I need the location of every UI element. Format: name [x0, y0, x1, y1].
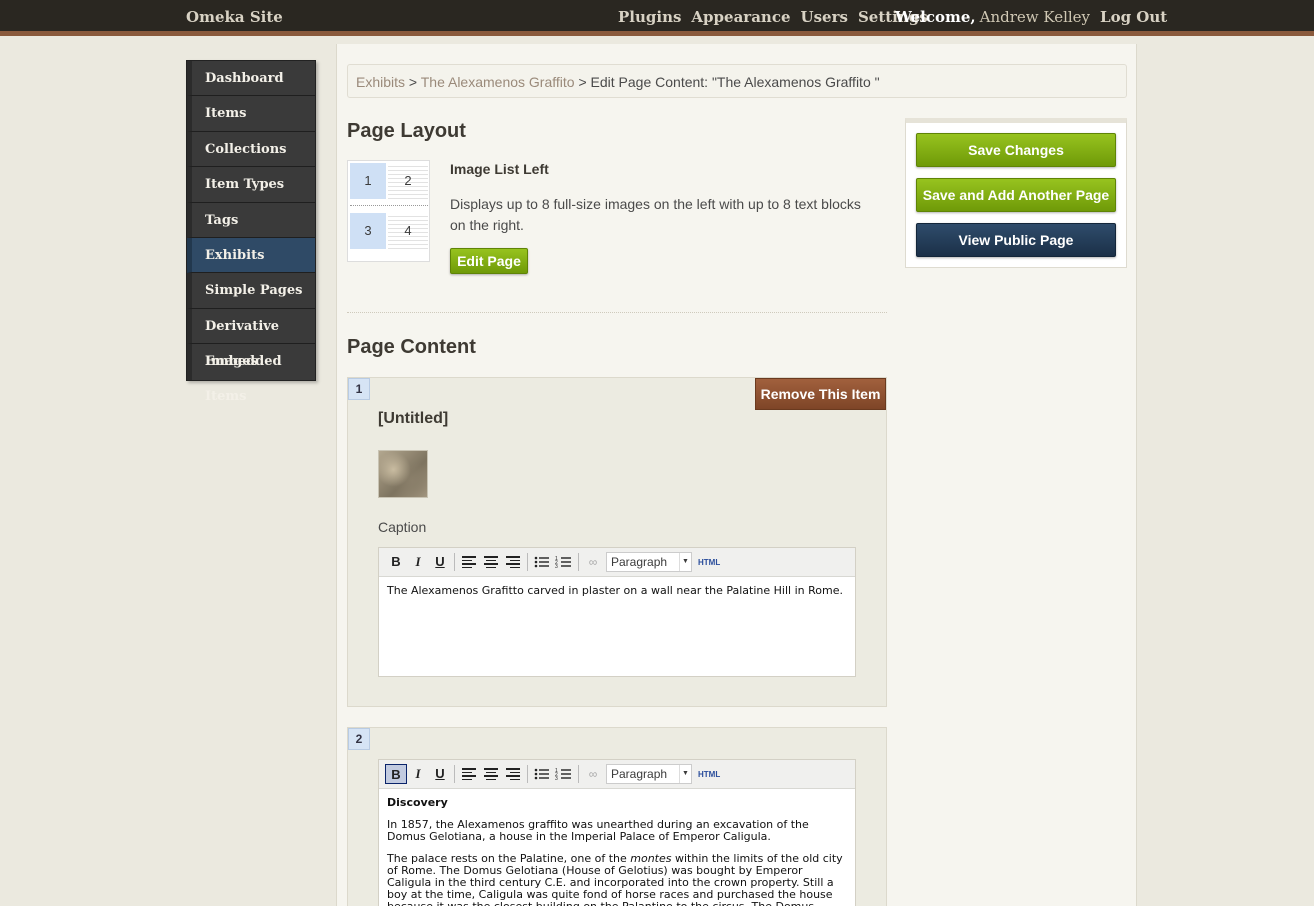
chevron-down-icon: ▼ — [679, 765, 691, 783]
main-content: Exhibits > The Alexamenos Graffito > Edi… — [336, 44, 1137, 906]
top-bar: Omeka Site Plugins Appearance Users Sett… — [0, 0, 1314, 36]
editor-toolbar: B I U 123 ∞ Paragraph ▼ HTML — [379, 548, 855, 577]
caption-editor-body[interactable]: The Alexamenos Grafitto carved in plaste… — [379, 577, 855, 615]
toolbar-separator — [578, 765, 579, 783]
text-editor: B I U 123 ∞ Paragraph ▼ HTML Discovery I… — [378, 759, 856, 906]
layout-cell-4: 4 — [388, 213, 428, 249]
text-editor-body[interactable]: Discovery In 1857, the Alexamenos graffi… — [379, 789, 855, 906]
format-select[interactable]: Paragraph ▼ — [606, 764, 692, 784]
italic-button[interactable]: I — [407, 552, 429, 572]
save-add-page-button[interactable]: Save and Add Another Page — [916, 178, 1116, 212]
nav-appearance[interactable]: Appearance — [691, 8, 790, 26]
sidebar-item-collections[interactable]: Collections — [187, 131, 315, 168]
chevron-down-icon: ▼ — [679, 553, 691, 571]
breadcrumb-exhibits-link[interactable]: Exhibits — [356, 74, 405, 90]
block-number: 1 — [348, 378, 370, 400]
layout-thumbnail: 1 2 3 4 — [347, 160, 430, 262]
sidebar-nav: Dashboard Items Collections Item Types T… — [186, 60, 316, 404]
item-thumbnail[interactable] — [378, 450, 428, 498]
breadcrumb-exhibit-link[interactable]: The Alexamenos Graffito — [421, 74, 575, 90]
page-layout-heading: Page Layout — [347, 120, 466, 142]
caption-text: The Alexamenos Grafitto carved in plaste… — [387, 584, 843, 597]
layout-cell-2: 2 — [388, 163, 428, 199]
sidebar-item-exhibits[interactable]: Exhibits — [187, 237, 315, 274]
align-right-icon[interactable] — [502, 764, 524, 784]
user-name-link[interactable]: Andrew Kelley — [980, 8, 1090, 26]
welcome-text: Welcome, — [895, 8, 976, 26]
toolbar-separator — [454, 765, 455, 783]
toolbar-separator — [527, 765, 528, 783]
link-icon[interactable]: ∞ — [582, 552, 604, 572]
site-title-link[interactable]: Omeka Site — [186, 8, 283, 26]
bullet-list-icon[interactable] — [531, 552, 553, 572]
layout-thumb-divider — [350, 205, 428, 206]
bold-button[interactable]: B — [385, 764, 407, 784]
view-public-page-button[interactable]: View Public Page — [916, 223, 1116, 257]
text-heading: Discovery — [387, 796, 448, 809]
caption-label: Caption — [378, 519, 427, 535]
logout-link[interactable]: Log Out — [1100, 8, 1167, 26]
link-icon[interactable]: ∞ — [582, 764, 604, 784]
sidebar-item-derivative-images[interactable]: Derivative Images — [187, 308, 315, 369]
breadcrumb-current: Edit Page Content: "The Alexamenos Graff… — [590, 74, 880, 90]
breadcrumb: Exhibits > The Alexamenos Graffito > Edi… — [347, 64, 1127, 98]
bold-button[interactable]: B — [385, 552, 407, 572]
toolbar-separator — [527, 553, 528, 571]
align-center-icon[interactable] — [480, 764, 502, 784]
align-right-icon[interactable] — [502, 552, 524, 572]
page-content-heading: Page Content — [347, 336, 476, 358]
format-select[interactable]: Paragraph ▼ — [606, 552, 692, 572]
breadcrumb-separator: > — [574, 74, 591, 90]
svg-text:3: 3 — [555, 776, 558, 782]
sidebar-item-embedded-items[interactable]: Embedded Items — [187, 344, 315, 404]
text-paragraph: The palace rests on the Palatine, one of… — [387, 853, 847, 906]
content-block: 2 B I U 123 ∞ Paragraph ▼ HTML Discovery… — [347, 727, 887, 906]
sidebar-item-dashboard[interactable]: Dashboard — [187, 61, 315, 97]
layout-cell-1: 1 — [350, 163, 386, 199]
sidebar-item-simple-pages[interactable]: Simple Pages — [187, 273, 315, 309]
layout-name: Image List Left — [450, 161, 549, 177]
item-title: [Untitled] — [378, 410, 449, 427]
section-divider — [347, 312, 887, 313]
nav-users[interactable]: Users — [801, 8, 848, 26]
sidebar-item-items[interactable]: Items — [187, 96, 315, 132]
user-area: Welcome, Andrew Kelley Log Out — [895, 8, 1167, 26]
bullet-list-icon[interactable] — [531, 764, 553, 784]
layout-description: Displays up to 8 full-size images on the… — [450, 196, 861, 233]
underline-button[interactable]: U — [429, 552, 451, 572]
breadcrumb-separator: > — [405, 74, 421, 90]
caption-editor: B I U 123 ∞ Paragraph ▼ HTML The Alexame… — [378, 547, 856, 677]
remove-item-button[interactable]: Remove This Item — [755, 378, 886, 410]
numbered-list-icon[interactable]: 123 — [553, 552, 575, 572]
text-paragraph: In 1857, the Alexamenos graffito was une… — [387, 818, 809, 843]
edit-page-button[interactable]: Edit Page — [450, 248, 528, 274]
actions-panel: Save Changes Save and Add Another Page V… — [905, 118, 1127, 268]
editor-toolbar: B I U 123 ∞ Paragraph ▼ HTML — [379, 760, 855, 789]
sidebar-item-tags[interactable]: Tags — [187, 202, 315, 238]
content-block: 1 Remove This Item [Untitled] Caption B … — [347, 377, 887, 707]
format-select-value: Paragraph — [611, 767, 668, 781]
global-nav: Plugins Appearance Users Settings — [618, 8, 928, 26]
layout-cell-3: 3 — [350, 213, 386, 249]
format-select-value: Paragraph — [611, 555, 668, 569]
align-center-icon[interactable] — [480, 552, 502, 572]
html-button[interactable]: HTML — [698, 558, 720, 567]
sidebar-item-item-types[interactable]: Item Types — [187, 167, 315, 203]
svg-text:3: 3 — [555, 564, 558, 570]
nav-plugins[interactable]: Plugins — [618, 8, 681, 26]
italic-button[interactable]: I — [407, 764, 429, 784]
toolbar-separator — [578, 553, 579, 571]
align-left-icon[interactable] — [458, 764, 480, 784]
toolbar-separator — [454, 553, 455, 571]
block-number: 2 — [348, 728, 370, 750]
html-button[interactable]: HTML — [698, 770, 720, 779]
underline-button[interactable]: U — [429, 764, 451, 784]
save-changes-button[interactable]: Save Changes — [916, 133, 1116, 167]
align-left-icon[interactable] — [458, 552, 480, 572]
numbered-list-icon[interactable]: 123 — [553, 764, 575, 784]
